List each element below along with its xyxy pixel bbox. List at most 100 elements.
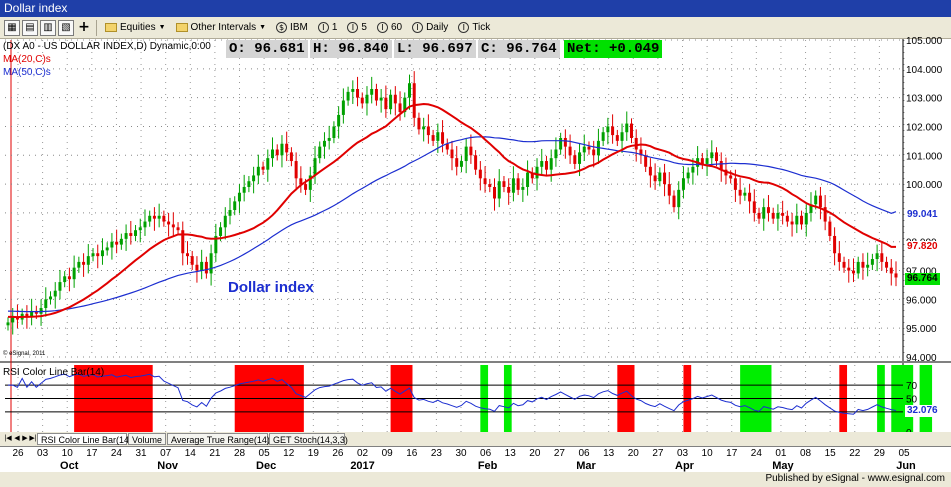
price-tick-label: 101.000 xyxy=(906,151,943,162)
date-tick-label: 27 xyxy=(652,448,664,459)
price-bar xyxy=(365,94,369,104)
price-bar xyxy=(356,88,360,98)
price-bar xyxy=(459,161,463,167)
price-bar xyxy=(521,186,525,190)
price-bar xyxy=(242,186,246,193)
price-bar xyxy=(332,126,336,138)
price-bar xyxy=(96,253,100,257)
date-tick-label: 10 xyxy=(702,448,714,459)
price-bar xyxy=(790,221,794,225)
price-bar xyxy=(677,189,681,208)
date-tick-label: 29 xyxy=(874,448,886,459)
date-tick-label: 06 xyxy=(578,448,590,459)
low-quote: L: 96.697 xyxy=(394,40,476,58)
price-bar xyxy=(441,132,445,144)
open-quote: O: 96.681 xyxy=(226,40,308,58)
date-tick-label: 27 xyxy=(554,448,566,459)
price-bar xyxy=(143,221,147,228)
date-tick-label: 02 xyxy=(357,448,369,459)
price-bar xyxy=(157,215,161,219)
rsi-tick-label: 50 xyxy=(906,395,918,406)
month-tick-label: Dec xyxy=(256,460,276,472)
date-tick-label: 15 xyxy=(825,448,837,459)
rsi-legend: RSI Color Line Bar(14) xyxy=(3,367,105,378)
price-tick-label: 94.000 xyxy=(906,353,937,364)
date-tick-label: 12 xyxy=(283,448,295,459)
price-bar xyxy=(176,227,180,231)
price-bar xyxy=(516,178,520,190)
price-bar xyxy=(875,253,879,260)
price-bar xyxy=(426,126,430,136)
date-tick-label: 08 xyxy=(800,448,812,459)
price-bar xyxy=(280,143,284,156)
price-bar xyxy=(889,267,893,274)
month-tick-label: May xyxy=(772,460,794,472)
next-tab-icon[interactable]: ▶ xyxy=(21,433,29,445)
study-tabs: |◀ ◀ ▶ ▶| RSI Color Line Bar(14) Volume … xyxy=(0,432,951,446)
price-bar xyxy=(129,233,133,236)
price-bar xyxy=(337,114,341,127)
last-tab-icon[interactable]: ▶| xyxy=(29,433,37,445)
date-tick-label: 07 xyxy=(160,448,172,459)
month-tick-label: Mar xyxy=(576,460,596,472)
price-bar xyxy=(417,117,421,130)
price-bar xyxy=(124,233,128,239)
price-bar xyxy=(866,264,870,268)
price-bar xyxy=(86,256,90,265)
rsi-value-tag: 32.076 xyxy=(905,405,940,417)
price-bar xyxy=(620,132,624,141)
date-tick-label: 24 xyxy=(111,448,123,459)
date-tick-label: 22 xyxy=(849,448,861,459)
price-bar xyxy=(162,215,166,222)
price-bar xyxy=(625,123,629,133)
price-bar xyxy=(152,215,156,219)
price-bar xyxy=(44,299,48,309)
price-bar xyxy=(705,158,709,164)
price-bar xyxy=(592,149,596,156)
price-bar xyxy=(502,181,506,187)
tab-average-true-range[interactable]: Average True Range(14) xyxy=(167,433,270,445)
price-bar xyxy=(6,322,10,326)
price-bar xyxy=(72,267,76,280)
price-bar xyxy=(766,207,770,213)
date-tick-label: 05 xyxy=(259,448,271,459)
chart-canvas[interactable]: 105.000 104.000 103.000 102.000 101.000 100.0… xyxy=(0,0,951,487)
price-bar xyxy=(271,149,275,159)
symbol-legend: (DX A0 - US DOLLAR INDEX,D) Dynamic,0:00 xyxy=(3,41,211,52)
price-bar xyxy=(138,227,142,231)
price-bar xyxy=(606,126,610,133)
price-bar xyxy=(729,175,733,179)
price-bar xyxy=(785,215,789,222)
date-tick-label: 31 xyxy=(135,448,147,459)
date-tick-label: 13 xyxy=(505,448,517,459)
date-tick-label: 10 xyxy=(62,448,74,459)
published-by-text: Published by eSignal - www.esignal.com xyxy=(765,473,945,484)
price-bar xyxy=(237,192,241,202)
price-bar xyxy=(629,123,633,138)
price-bar xyxy=(223,215,227,228)
price-bar xyxy=(634,137,638,150)
price-bar xyxy=(544,161,548,170)
price-bar xyxy=(681,178,685,190)
price-bar xyxy=(800,215,804,225)
date-tick-label: 01 xyxy=(775,448,787,459)
month-tick-label: Jun xyxy=(896,460,916,472)
price-bar xyxy=(209,253,213,274)
date-tick-label: 03 xyxy=(37,448,49,459)
price-bar xyxy=(63,276,67,283)
date-tick-label: 23 xyxy=(431,448,443,459)
price-bar xyxy=(256,166,260,176)
tab-volume[interactable]: Volume xyxy=(128,433,166,445)
tab-get-stoch[interactable]: GET Stoch(14,3,3) xyxy=(269,433,348,445)
rsi-tick-label: 70 xyxy=(906,381,918,392)
price-bar xyxy=(833,235,837,254)
prev-tab-icon[interactable]: ◀ xyxy=(13,433,21,445)
ma20-legend: MA(20,C)s xyxy=(3,54,51,65)
date-tick-label: 19 xyxy=(308,448,320,459)
price-bar xyxy=(351,88,355,92)
date-tick-label: 09 xyxy=(382,448,394,459)
tab-rsi-color-line-bar[interactable]: RSI Color Line Bar(14) xyxy=(37,433,132,445)
first-tab-icon[interactable]: |◀ xyxy=(4,433,12,445)
price-bar xyxy=(488,184,492,187)
price-bar xyxy=(304,184,308,190)
